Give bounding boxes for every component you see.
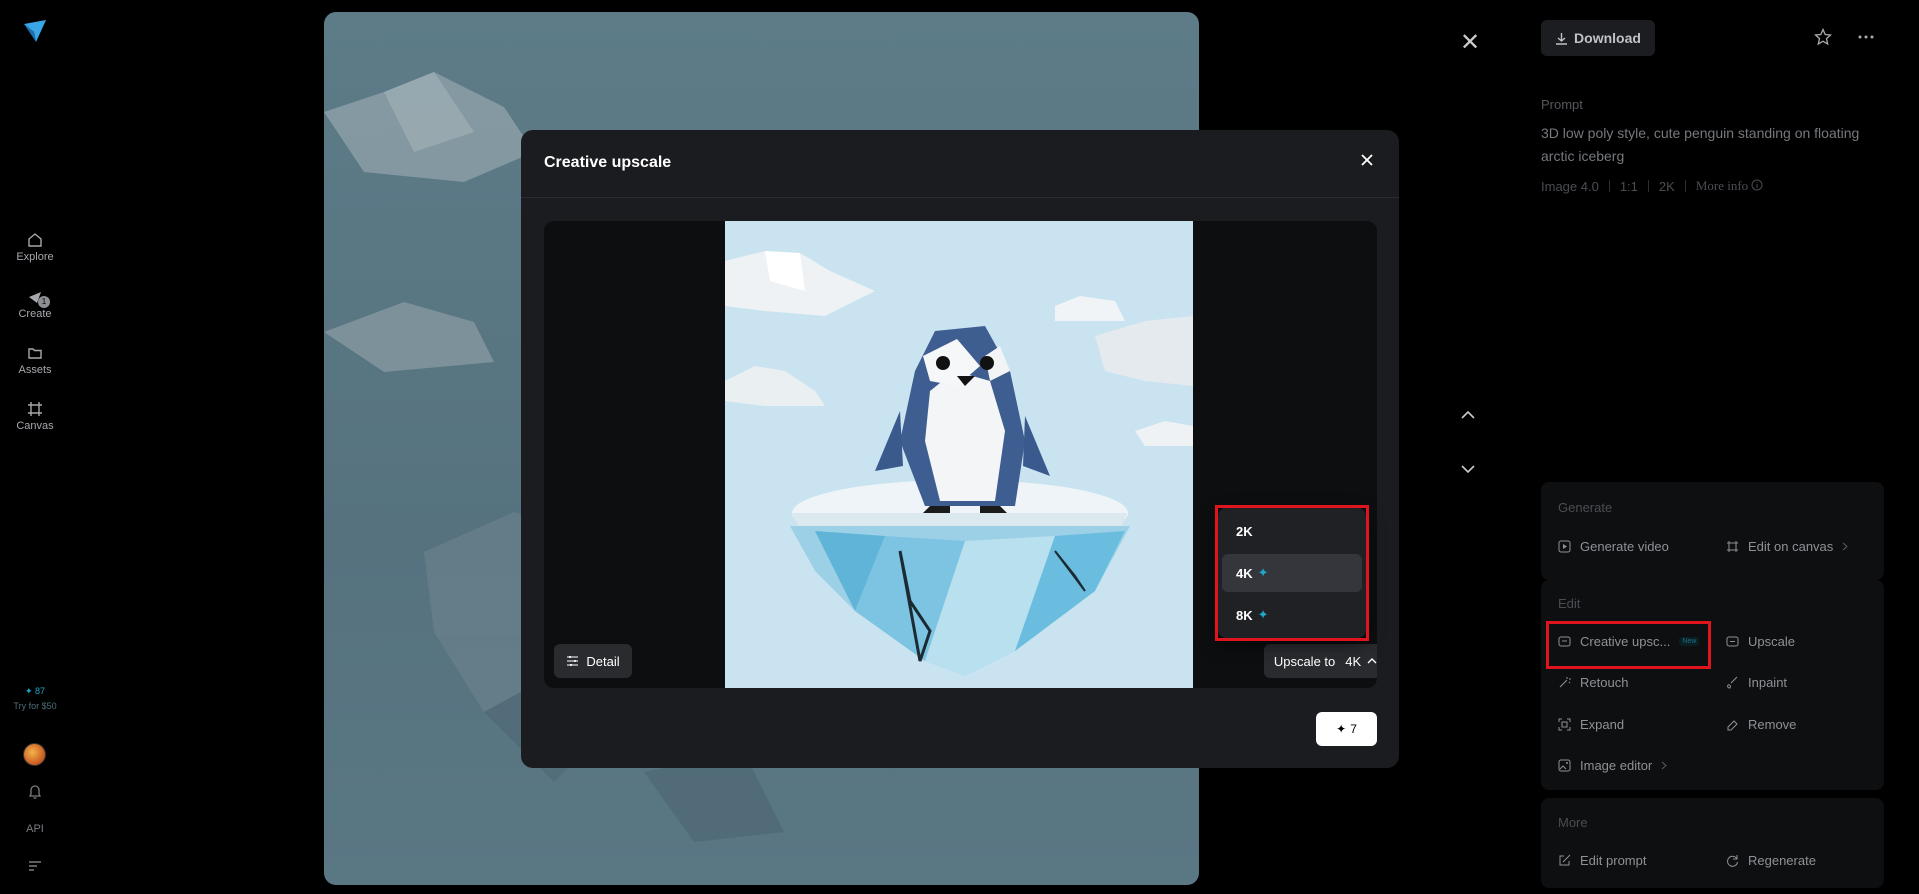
regenerate-action[interactable]: Regenerate xyxy=(1726,853,1816,868)
canvas-icon xyxy=(28,402,42,416)
prompt-label: Prompt xyxy=(1541,97,1583,112)
chevron-right-icon xyxy=(1842,542,1849,551)
remove-label: Remove xyxy=(1748,717,1797,732)
upscale-icon xyxy=(1726,636,1739,647)
generate-video-label: Generate video xyxy=(1580,539,1669,554)
meta-model: Image 4.0 xyxy=(1541,178,1599,194)
nav-explore-label: Explore xyxy=(16,251,54,263)
download-icon xyxy=(1556,32,1568,45)
inpaint-label: Inpaint xyxy=(1748,675,1788,690)
api-link[interactable]: API xyxy=(0,823,70,835)
close-icon[interactable] xyxy=(1357,150,1377,170)
edit-section: Edit Creative upsc... New Upscale Retouc… xyxy=(1541,580,1884,790)
more-section: More Edit prompt Regenerate xyxy=(1541,798,1884,888)
create-badge: 1 xyxy=(38,296,50,308)
dropdown-highlight xyxy=(1215,505,1369,641)
logo-icon[interactable] xyxy=(22,18,48,44)
home-icon xyxy=(28,233,42,247)
info-icon xyxy=(1751,179,1763,191)
image-icon xyxy=(1558,759,1571,772)
regenerate-label: Regenerate xyxy=(1748,853,1816,868)
generate-video-action[interactable]: Generate video xyxy=(1558,539,1669,554)
close-viewer-button[interactable]: ✕ xyxy=(1460,28,1480,57)
image-meta: Image 4.0 1:1 2K More info xyxy=(1541,178,1763,194)
nav-assets-label: Assets xyxy=(18,364,52,376)
chevron-down-icon[interactable] xyxy=(1460,464,1476,474)
submit-cost: 7 xyxy=(1350,722,1357,736)
retouch-label: Retouch xyxy=(1580,675,1629,690)
chevron-up-icon[interactable] xyxy=(1460,410,1476,420)
nav-create[interactable]: 1 Create xyxy=(0,289,70,320)
chevron-right-icon xyxy=(1661,761,1668,770)
expand-action[interactable]: Expand xyxy=(1558,717,1624,732)
nav-assets[interactable]: Assets xyxy=(0,345,70,376)
sliders-icon xyxy=(567,656,579,666)
edit-prompt-label: Edit prompt xyxy=(1580,853,1647,868)
upscale-select[interactable]: Upscale to 4K xyxy=(1264,644,1377,678)
edit-on-canvas-label: Edit on canvas xyxy=(1748,539,1834,554)
modal-title: Creative upscale xyxy=(544,154,672,171)
meta-ratio: 1:1 xyxy=(1619,178,1638,194)
trial-link[interactable]: Try for $50 xyxy=(0,701,70,711)
menu-icon[interactable] xyxy=(28,860,42,872)
remove-action[interactable]: Remove xyxy=(1726,717,1796,732)
chevron-up-icon xyxy=(1367,658,1377,664)
star-icon[interactable] xyxy=(1814,28,1832,46)
detail-label: Detail xyxy=(586,653,620,669)
brush-icon xyxy=(1727,676,1738,689)
retouch-action[interactable]: Retouch xyxy=(1558,675,1628,690)
inpaint-action[interactable]: Inpaint xyxy=(1726,675,1787,690)
nav-canvas-label: Canvas xyxy=(16,420,54,432)
credits-balance[interactable]: ✦ 87 Try for $50 xyxy=(0,686,70,711)
play-icon xyxy=(1558,540,1571,553)
canvas-icon xyxy=(1727,541,1738,552)
left-navigation: Explore 1 Create Assets Canvas ✦ 87 Try … xyxy=(0,0,70,894)
refresh-icon xyxy=(1727,855,1738,867)
magic-wand-icon xyxy=(1559,677,1571,688)
creative-upscale-modal: Creative upscale Detail Upscale to 4K ✦ … xyxy=(521,130,1399,768)
eraser-icon xyxy=(1727,720,1738,731)
edit-title: Edit xyxy=(1558,596,1581,611)
more-title: More xyxy=(1558,815,1588,830)
nav-explore[interactable]: Explore xyxy=(0,232,70,263)
right-panel: Download Prompt 3D low poly style, cute … xyxy=(1541,0,1919,894)
modal-divider xyxy=(521,197,1399,198)
credits-count: ✦ 87 xyxy=(24,686,46,696)
folder-icon xyxy=(28,348,42,359)
expand-label: Expand xyxy=(1580,717,1625,732)
image-editor-label: Image editor xyxy=(1580,758,1653,773)
generate-section: Generate Generate video Edit on canvas xyxy=(1541,482,1884,580)
spark-icon: ✦ xyxy=(1336,722,1347,736)
nav-create-label: Create xyxy=(18,308,52,320)
download-label: Download xyxy=(1574,30,1641,46)
expand-icon xyxy=(1558,718,1571,731)
upscale-action[interactable]: Upscale xyxy=(1726,634,1795,649)
upscale-label: Upscale xyxy=(1748,634,1795,649)
edit-on-canvas-action[interactable]: Edit on canvas xyxy=(1726,539,1849,554)
preview-image xyxy=(725,221,1193,688)
more-info-link[interactable]: More info xyxy=(1696,178,1764,194)
download-button[interactable]: Download xyxy=(1541,20,1655,56)
meta-resolution: 2K xyxy=(1658,178,1675,194)
upscale-prefix: Upscale to xyxy=(1273,653,1336,669)
generate-upscale-button[interactable]: ✦ 7 xyxy=(1316,712,1377,746)
edit-prompt-action[interactable]: Edit prompt xyxy=(1558,853,1646,868)
upscale-value: 4K xyxy=(1345,653,1362,669)
nav-canvas[interactable]: Canvas xyxy=(0,401,70,432)
more-options-icon[interactable] xyxy=(1857,28,1875,46)
penguin-iceberg-art xyxy=(725,221,1193,688)
detail-button[interactable]: Detail xyxy=(554,644,632,678)
prompt-text: 3D low poly style, cute penguin standing… xyxy=(1541,125,1860,164)
image-editor-action[interactable]: Image editor xyxy=(1558,758,1668,773)
more-info-label: More info xyxy=(1695,178,1749,193)
generate-title: Generate xyxy=(1558,500,1613,515)
creative-upscale-highlight xyxy=(1546,621,1711,669)
bell-icon[interactable] xyxy=(28,784,42,800)
edit-icon xyxy=(1559,854,1571,866)
avatar[interactable] xyxy=(23,743,46,766)
